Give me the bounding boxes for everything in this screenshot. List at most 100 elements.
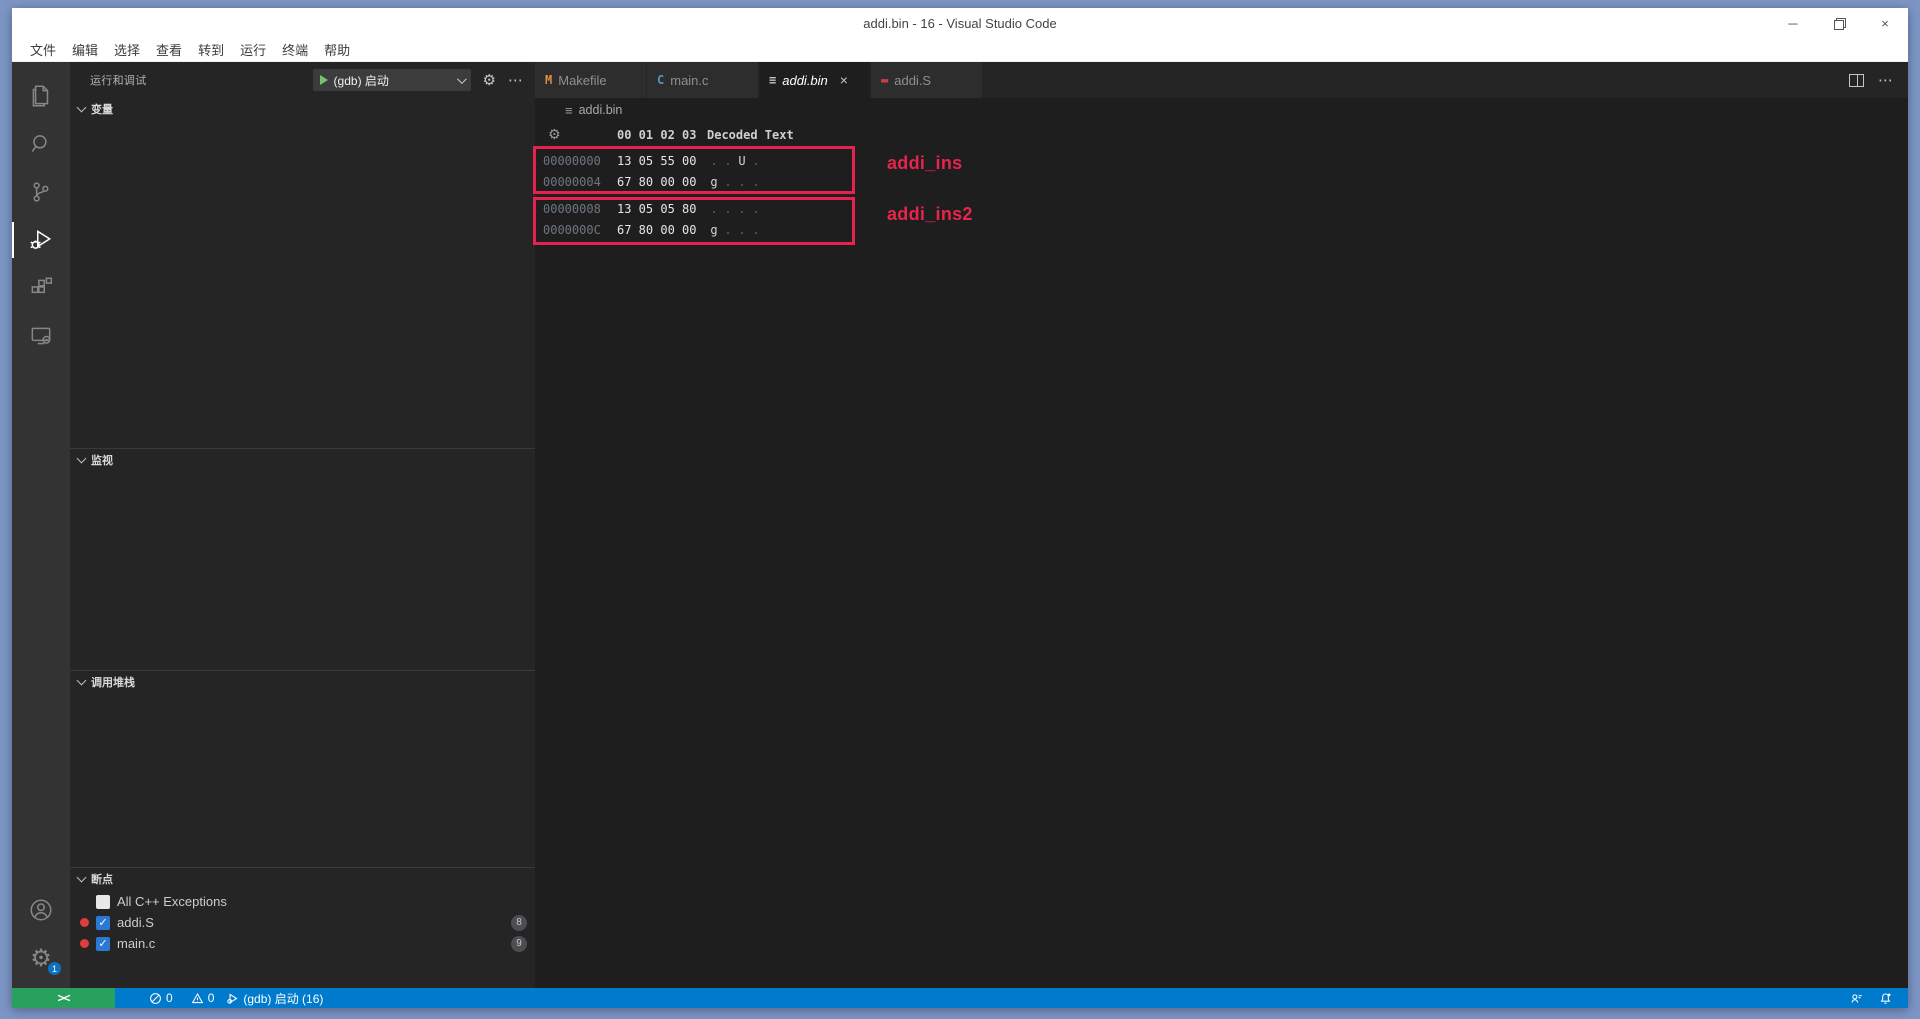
editor-tab-bar: M Makefile × C main.c × ≡ ad bbox=[535, 62, 1908, 98]
hex-view[interactable]: 00000000 13 05 55 00 ..U. 00000004 67 80… bbox=[535, 150, 1908, 988]
hex-column-headers: 00 01 02 03 bbox=[617, 128, 705, 142]
editor-more-actions-icon[interactable]: ⋯ bbox=[1878, 71, 1894, 89]
callstack-section-header[interactable]: 调用堆栈 bbox=[70, 670, 535, 692]
annotation-label-addi-ins2: addi_ins2 bbox=[887, 204, 973, 225]
feedback-button[interactable] bbox=[1844, 992, 1869, 1005]
file-type-icon: M bbox=[545, 73, 552, 87]
breakpoint-row[interactable]: main.c 9 bbox=[70, 933, 535, 954]
hex-bytes[interactable]: 13 05 05 80 bbox=[617, 202, 705, 216]
variables-section-header[interactable]: 变量 bbox=[70, 98, 535, 120]
hex-row[interactable]: 00000004 67 80 00 00 g... bbox=[535, 171, 1908, 192]
split-editor-icon[interactable] bbox=[1849, 74, 1864, 87]
remote-indicator[interactable]: >< bbox=[12, 988, 115, 1008]
chevron-down-icon bbox=[457, 74, 467, 84]
decoded-text-header: Decoded Text bbox=[707, 128, 794, 142]
breakpoint-dot-icon bbox=[80, 918, 89, 927]
breakpoints-section-header[interactable]: 断点 bbox=[70, 867, 535, 889]
editor-tab[interactable]: ▬ addi.S × bbox=[871, 62, 983, 98]
feedback-icon bbox=[1850, 992, 1863, 1005]
menu-item[interactable]: 运行 bbox=[232, 40, 274, 59]
watch-section-header[interactable]: 监视 bbox=[70, 448, 535, 470]
chevron-down-icon bbox=[77, 103, 87, 113]
hex-address: 00000004 bbox=[543, 175, 617, 189]
menu-item[interactable]: 编辑 bbox=[64, 40, 106, 59]
window-controls: ─ × bbox=[1770, 8, 1908, 38]
source-control-icon bbox=[28, 179, 54, 205]
debug-more-actions-icon[interactable]: ⋯ bbox=[508, 73, 523, 88]
sidebar-item-extensions[interactable] bbox=[12, 264, 70, 312]
hex-settings-gear-icon[interactable]: ⚙ bbox=[548, 127, 561, 143]
hex-bytes[interactable]: 13 05 55 00 bbox=[617, 154, 705, 168]
breakpoint-row[interactable]: All C++ Exceptions bbox=[70, 891, 535, 912]
launch-config-label: (gdb) 启动 bbox=[334, 72, 451, 89]
hex-file-icon: ≡ bbox=[565, 103, 573, 118]
run-debug-icon bbox=[28, 227, 54, 253]
menu-item[interactable]: 帮助 bbox=[316, 40, 358, 59]
close-icon[interactable]: × bbox=[840, 72, 848, 88]
hex-row[interactable]: 00000000 13 05 55 00 ..U. bbox=[535, 150, 1908, 171]
tab-label: addi.bin bbox=[782, 73, 828, 88]
editor-area: M Makefile × C main.c × ≡ ad bbox=[535, 62, 1908, 988]
breakpoint-checkbox[interactable] bbox=[96, 937, 110, 951]
window-title: addi.bin - 16 - Visual Studio Code bbox=[12, 16, 1908, 31]
callstack-section-body bbox=[70, 692, 535, 867]
menu-item[interactable]: 终端 bbox=[274, 40, 316, 59]
annotation-label-addi-ins: addi_ins bbox=[887, 153, 962, 174]
launch-config-dropdown[interactable]: (gdb) 启动 bbox=[313, 69, 471, 91]
accounts-button[interactable] bbox=[12, 886, 70, 934]
debug-status-icon bbox=[226, 992, 239, 1005]
menu-item[interactable]: 文件 bbox=[22, 40, 64, 59]
menu-item[interactable]: 转到 bbox=[190, 40, 232, 59]
hex-address: 00000000 bbox=[543, 154, 617, 168]
notifications-button[interactable] bbox=[1873, 992, 1898, 1005]
variables-section-body bbox=[70, 120, 535, 448]
sidebar-item-search[interactable] bbox=[12, 120, 70, 168]
debug-settings-gear-icon[interactable]: ⚙ bbox=[483, 73, 496, 88]
hex-row[interactable]: 0000000C 67 80 00 00 g... bbox=[535, 219, 1908, 240]
sidebar-item-source-control[interactable] bbox=[12, 168, 70, 216]
menu-item[interactable]: 查看 bbox=[148, 40, 190, 59]
error-count: 0 bbox=[166, 991, 173, 1005]
editor-tab[interactable]: M Makefile × bbox=[535, 62, 647, 98]
sidebar-item-run-and-debug[interactable] bbox=[12, 216, 70, 264]
breakpoint-checkbox[interactable] bbox=[96, 895, 110, 909]
breakpoint-label: All C++ Exceptions bbox=[117, 894, 527, 909]
variables-section-label: 变量 bbox=[91, 101, 113, 117]
sidebar-item-remote-explorer[interactable] bbox=[12, 312, 70, 360]
sidebar-item-explorer[interactable] bbox=[12, 72, 70, 120]
warning-count: 0 bbox=[208, 991, 215, 1005]
hex-row[interactable]: 00000008 13 05 05 80 .... bbox=[535, 198, 1908, 219]
file-type-icon: ▬ bbox=[881, 73, 888, 87]
debug-session-status[interactable]: (gdb) 启动 (16) bbox=[220, 988, 329, 1008]
breakpoint-label: addi.S bbox=[117, 915, 504, 930]
title-bar[interactable]: addi.bin - 16 - Visual Studio Code ─ × bbox=[12, 8, 1908, 38]
run-debug-sidebar: 运行和调试 (gdb) 启动 ⚙ ⋯ 变量 监视 bbox=[70, 62, 535, 988]
restore-button[interactable] bbox=[1816, 8, 1862, 38]
breakpoint-dot-icon bbox=[80, 939, 89, 948]
breakpoint-checkbox[interactable] bbox=[96, 916, 110, 930]
close-button[interactable]: × bbox=[1862, 8, 1908, 38]
minimize-button[interactable]: ─ bbox=[1770, 8, 1816, 38]
editor-tab[interactable]: C main.c × bbox=[647, 62, 759, 98]
breakpoints-section-label: 断点 bbox=[91, 871, 113, 887]
breakpoint-row[interactable]: addi.S 8 bbox=[70, 912, 535, 933]
editor-tab[interactable]: ≡ addi.bin × bbox=[759, 62, 871, 98]
breadcrumb[interactable]: ≡ addi.bin bbox=[535, 98, 1908, 122]
warning-icon bbox=[191, 992, 204, 1005]
file-type-icon: ≡ bbox=[769, 73, 776, 87]
sidebar-title: 运行和调试 bbox=[90, 72, 313, 88]
menu-item[interactable]: 选择 bbox=[106, 40, 148, 59]
hex-bytes[interactable]: 67 80 00 00 bbox=[617, 175, 705, 189]
callstack-section-label: 调用堆栈 bbox=[91, 674, 135, 690]
extensions-icon bbox=[28, 275, 54, 301]
restore-icon bbox=[1834, 18, 1844, 28]
breakpoint-dot-icon bbox=[80, 897, 89, 906]
status-bar: >< 0 0 (gdb) 启动 (16) bbox=[12, 988, 1908, 1008]
hex-address: 00000008 bbox=[543, 202, 617, 216]
error-icon bbox=[149, 992, 162, 1005]
problems-status[interactable]: 0 0 bbox=[143, 988, 220, 1008]
watch-section-label: 监视 bbox=[91, 452, 113, 468]
hex-bytes[interactable]: 67 80 00 00 bbox=[617, 223, 705, 237]
play-icon bbox=[320, 75, 328, 85]
settings-button[interactable]: ⚙ 1 bbox=[12, 934, 70, 982]
